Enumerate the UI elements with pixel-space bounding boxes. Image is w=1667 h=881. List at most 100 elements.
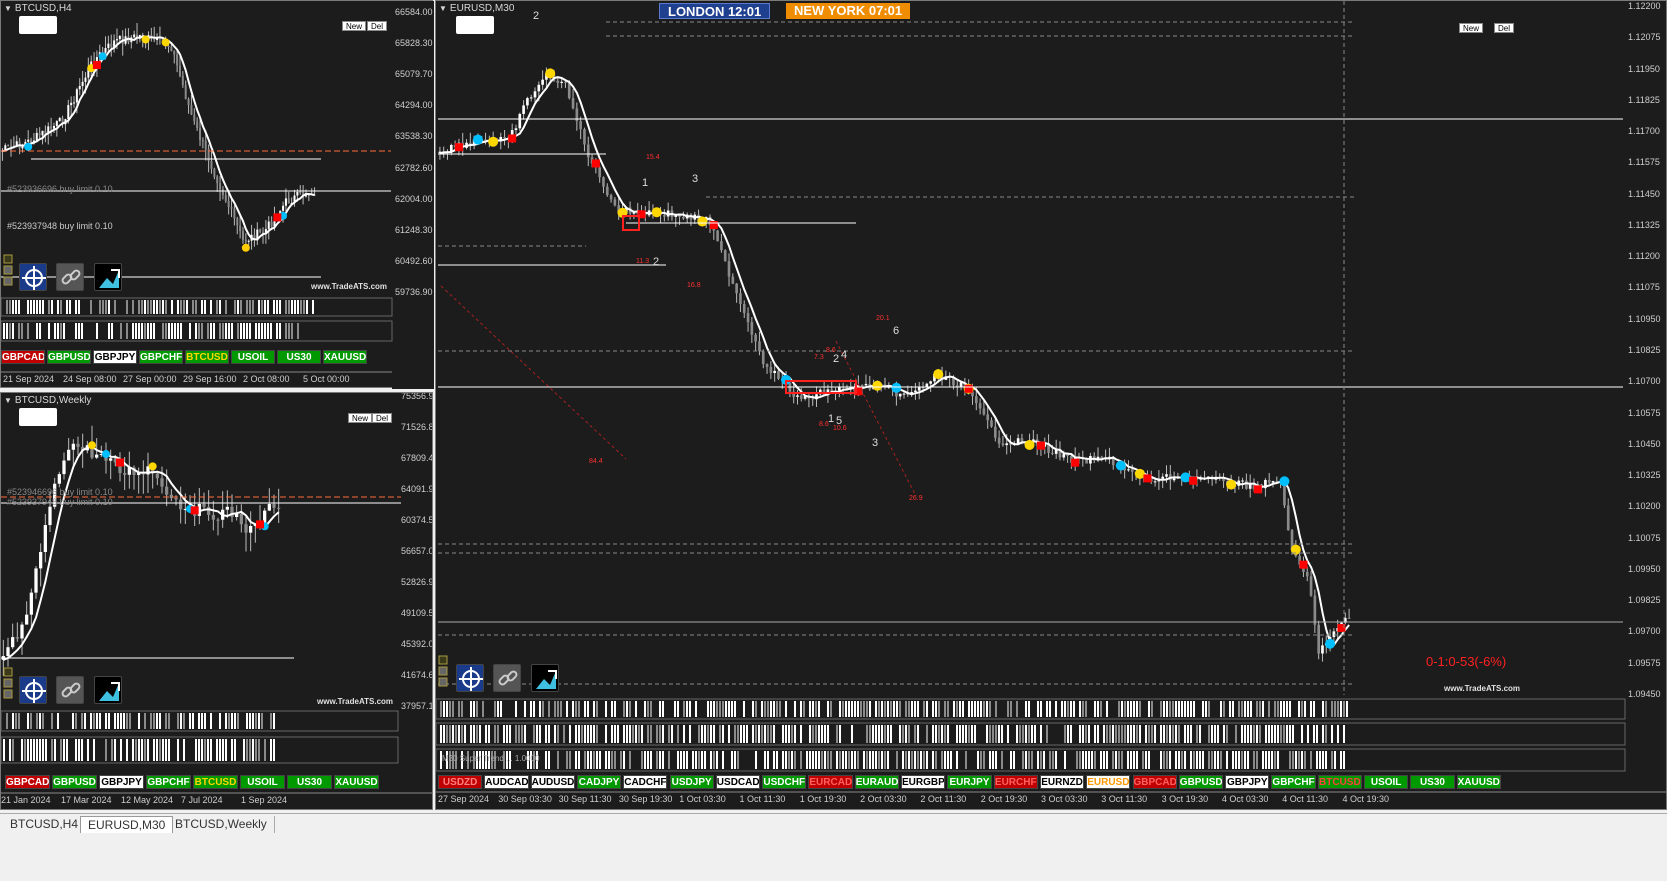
bull-candle bbox=[1332, 631, 1336, 638]
yellow-signal-dot bbox=[141, 35, 150, 44]
chart-window-btcusd-h4[interactable]: ▼ BTCUSD,H4 New Del #523936696 buy limit … bbox=[0, 0, 434, 389]
oscillator-bar bbox=[252, 739, 254, 761]
link-icon[interactable] bbox=[493, 664, 521, 692]
symbol-button-usdcad[interactable]: USDCAD bbox=[715, 775, 761, 789]
symbol-button-usoil[interactable]: USOIL bbox=[231, 350, 275, 364]
oscillator-bar bbox=[785, 751, 787, 769]
symbol-button-euraud[interactable]: EURAUD bbox=[854, 775, 899, 789]
symbol-button-gbpchf[interactable]: GBPCHF bbox=[1271, 775, 1316, 789]
symbol-button-eurnzd[interactable]: EURNZD bbox=[1039, 775, 1085, 789]
oscillator-bar bbox=[626, 725, 628, 743]
del-button[interactable]: Del bbox=[367, 21, 388, 31]
oscillator-bar bbox=[1010, 701, 1012, 717]
link-icon[interactable] bbox=[56, 676, 84, 704]
oscillator-bar bbox=[863, 701, 865, 717]
oscillator-bar bbox=[189, 300, 191, 314]
oscillator-bar bbox=[725, 701, 727, 717]
symbol-button-usdchf[interactable]: USDCHF bbox=[762, 775, 807, 789]
symbol-button-xauusd[interactable]: XAUUSD bbox=[1456, 775, 1501, 789]
symbol-button-gbpchf[interactable]: GBPCHF bbox=[139, 350, 183, 364]
oscillator-bar bbox=[21, 713, 23, 729]
menu-triangle-icon[interactable]: ▼ bbox=[4, 396, 12, 405]
symbol-button-gbpjpy[interactable]: GBPJPY bbox=[99, 775, 144, 789]
oscillator-bar bbox=[473, 725, 475, 743]
symbol-button-xauusd[interactable]: XAUUSD bbox=[334, 775, 379, 789]
tab-eurusd-m30[interactable]: EURUSD,M30 bbox=[80, 816, 174, 833]
symbol-button-gbpjpy[interactable]: GBPJPY bbox=[93, 350, 137, 364]
symbol-button-btcusd[interactable]: BTCUSD bbox=[185, 350, 229, 364]
symbol-button-eurchf[interactable]: EURCHF bbox=[993, 775, 1038, 789]
oscillator-bar bbox=[1232, 725, 1234, 743]
oscillator-bar bbox=[261, 300, 263, 314]
bull-candle bbox=[267, 504, 271, 511]
oscillator-bar bbox=[509, 701, 511, 717]
symbol-button-btcusd[interactable]: BTCUSD bbox=[193, 775, 238, 789]
crosshair-icon[interactable] bbox=[456, 664, 484, 692]
symbol-button-cadjpy[interactable]: CADJPY bbox=[576, 775, 622, 789]
chart-export-icon[interactable] bbox=[94, 676, 122, 704]
symbol-button-gbpjpy[interactable]: GBPJPY bbox=[1225, 775, 1270, 789]
symbol-button-gbpusd[interactable]: GBPUSD bbox=[1178, 775, 1224, 789]
oscillator-bar bbox=[482, 701, 484, 717]
oscillator-bar bbox=[153, 739, 155, 761]
oscillator-bar bbox=[156, 739, 158, 761]
oscillator-bar bbox=[300, 300, 302, 314]
chart-export-icon[interactable] bbox=[94, 263, 122, 291]
oscillator-bar bbox=[446, 701, 448, 717]
new-button[interactable]: New bbox=[342, 21, 367, 31]
chart-window-eurusd-m30[interactable]: ▼ EURUSD,M30 LONDON 12:01 NEW YORK 07:01 … bbox=[435, 0, 1667, 810]
symbol-button-eurusd[interactable]: EURUSD bbox=[1086, 775, 1131, 789]
symbol-button-us30[interactable]: US30 bbox=[277, 350, 321, 364]
symbol-button-audcad[interactable]: AUDCAD bbox=[484, 775, 529, 789]
symbol-button-us30[interactable]: US30 bbox=[287, 775, 332, 789]
oscillator-bar bbox=[1112, 751, 1114, 769]
new-button[interactable]: New bbox=[1459, 23, 1484, 33]
symbol-button-us30[interactable]: US30 bbox=[1410, 775, 1455, 789]
symbol-button-audusd[interactable]: AUDUSD bbox=[530, 775, 575, 789]
symbol-button-usdzd[interactable]: USDZD bbox=[438, 775, 483, 789]
menu-triangle-icon[interactable]: ▼ bbox=[439, 4, 447, 13]
tab-btcusd-h4[interactable]: BTCUSD,H4 bbox=[3, 816, 87, 833]
tab-btcusd-weekly[interactable]: BTCUSD,Weekly bbox=[168, 816, 275, 833]
del-button[interactable]: Del bbox=[1494, 23, 1515, 33]
oscillator-bar bbox=[908, 701, 910, 717]
menu-triangle-icon[interactable]: ▼ bbox=[4, 4, 12, 13]
crosshair-icon[interactable] bbox=[19, 263, 47, 291]
symbol-button-eurjpy[interactable]: EURJPY bbox=[947, 775, 992, 789]
symbol-button-gbpchf[interactable]: GBPCHF bbox=[146, 775, 191, 789]
crosshair-icon[interactable] bbox=[19, 676, 47, 704]
symbol-button-usoil[interactable]: USOIL bbox=[1364, 775, 1409, 789]
symbol-button-gbpcad[interactable]: GBPCAD bbox=[1, 350, 45, 364]
oscillator-bar bbox=[842, 701, 844, 717]
oscillator-bar bbox=[917, 701, 919, 717]
oscillator-bar bbox=[105, 300, 107, 314]
oscillator-bar bbox=[1040, 701, 1042, 717]
price-chart[interactable] bbox=[1, 1, 434, 389]
oscillator-bar bbox=[204, 739, 206, 761]
symbol-button-usoil[interactable]: USOIL bbox=[240, 775, 285, 789]
chart-export-icon[interactable] bbox=[531, 664, 559, 692]
oscillator-bar bbox=[66, 300, 68, 314]
bull-candle bbox=[29, 592, 33, 615]
del-button[interactable]: Del bbox=[372, 413, 393, 423]
oscillator-bar bbox=[81, 713, 83, 729]
symbol-button-gbpcad[interactable]: GBPCAD bbox=[5, 775, 50, 789]
symbol-button-btcusd[interactable]: BTCUSD bbox=[1317, 775, 1362, 789]
oscillator-bar bbox=[791, 751, 793, 769]
bear-candle bbox=[216, 176, 219, 184]
new-button[interactable]: New bbox=[348, 413, 373, 423]
oscillator-bar bbox=[1118, 725, 1120, 743]
symbol-button-gbpcad[interactable]: GBPCAD bbox=[1132, 775, 1177, 789]
chart-window-btcusd-weekly[interactable]: ▼ BTCUSD,Weekly New Del #523946696 buy li… bbox=[0, 392, 433, 810]
link-icon[interactable] bbox=[56, 263, 84, 291]
oscillator-bar bbox=[1151, 725, 1153, 743]
symbol-button-gbpusd[interactable]: GBPUSD bbox=[47, 350, 91, 364]
symbol-button-eurgbp[interactable]: EURGBP bbox=[901, 775, 946, 789]
symbol-button-eurcad[interactable]: EURCAD bbox=[808, 775, 853, 789]
price-chart[interactable] bbox=[1, 393, 433, 810]
symbol-button-usdjpy[interactable]: USDJPY bbox=[669, 775, 714, 789]
symbol-button-gbpusd[interactable]: GBPUSD bbox=[52, 775, 97, 789]
symbol-button-cadchf[interactable]: CADCHF bbox=[623, 775, 668, 789]
symbol-button-xauusd[interactable]: XAUUSD bbox=[323, 350, 367, 364]
oscillator-bar bbox=[1331, 751, 1333, 769]
